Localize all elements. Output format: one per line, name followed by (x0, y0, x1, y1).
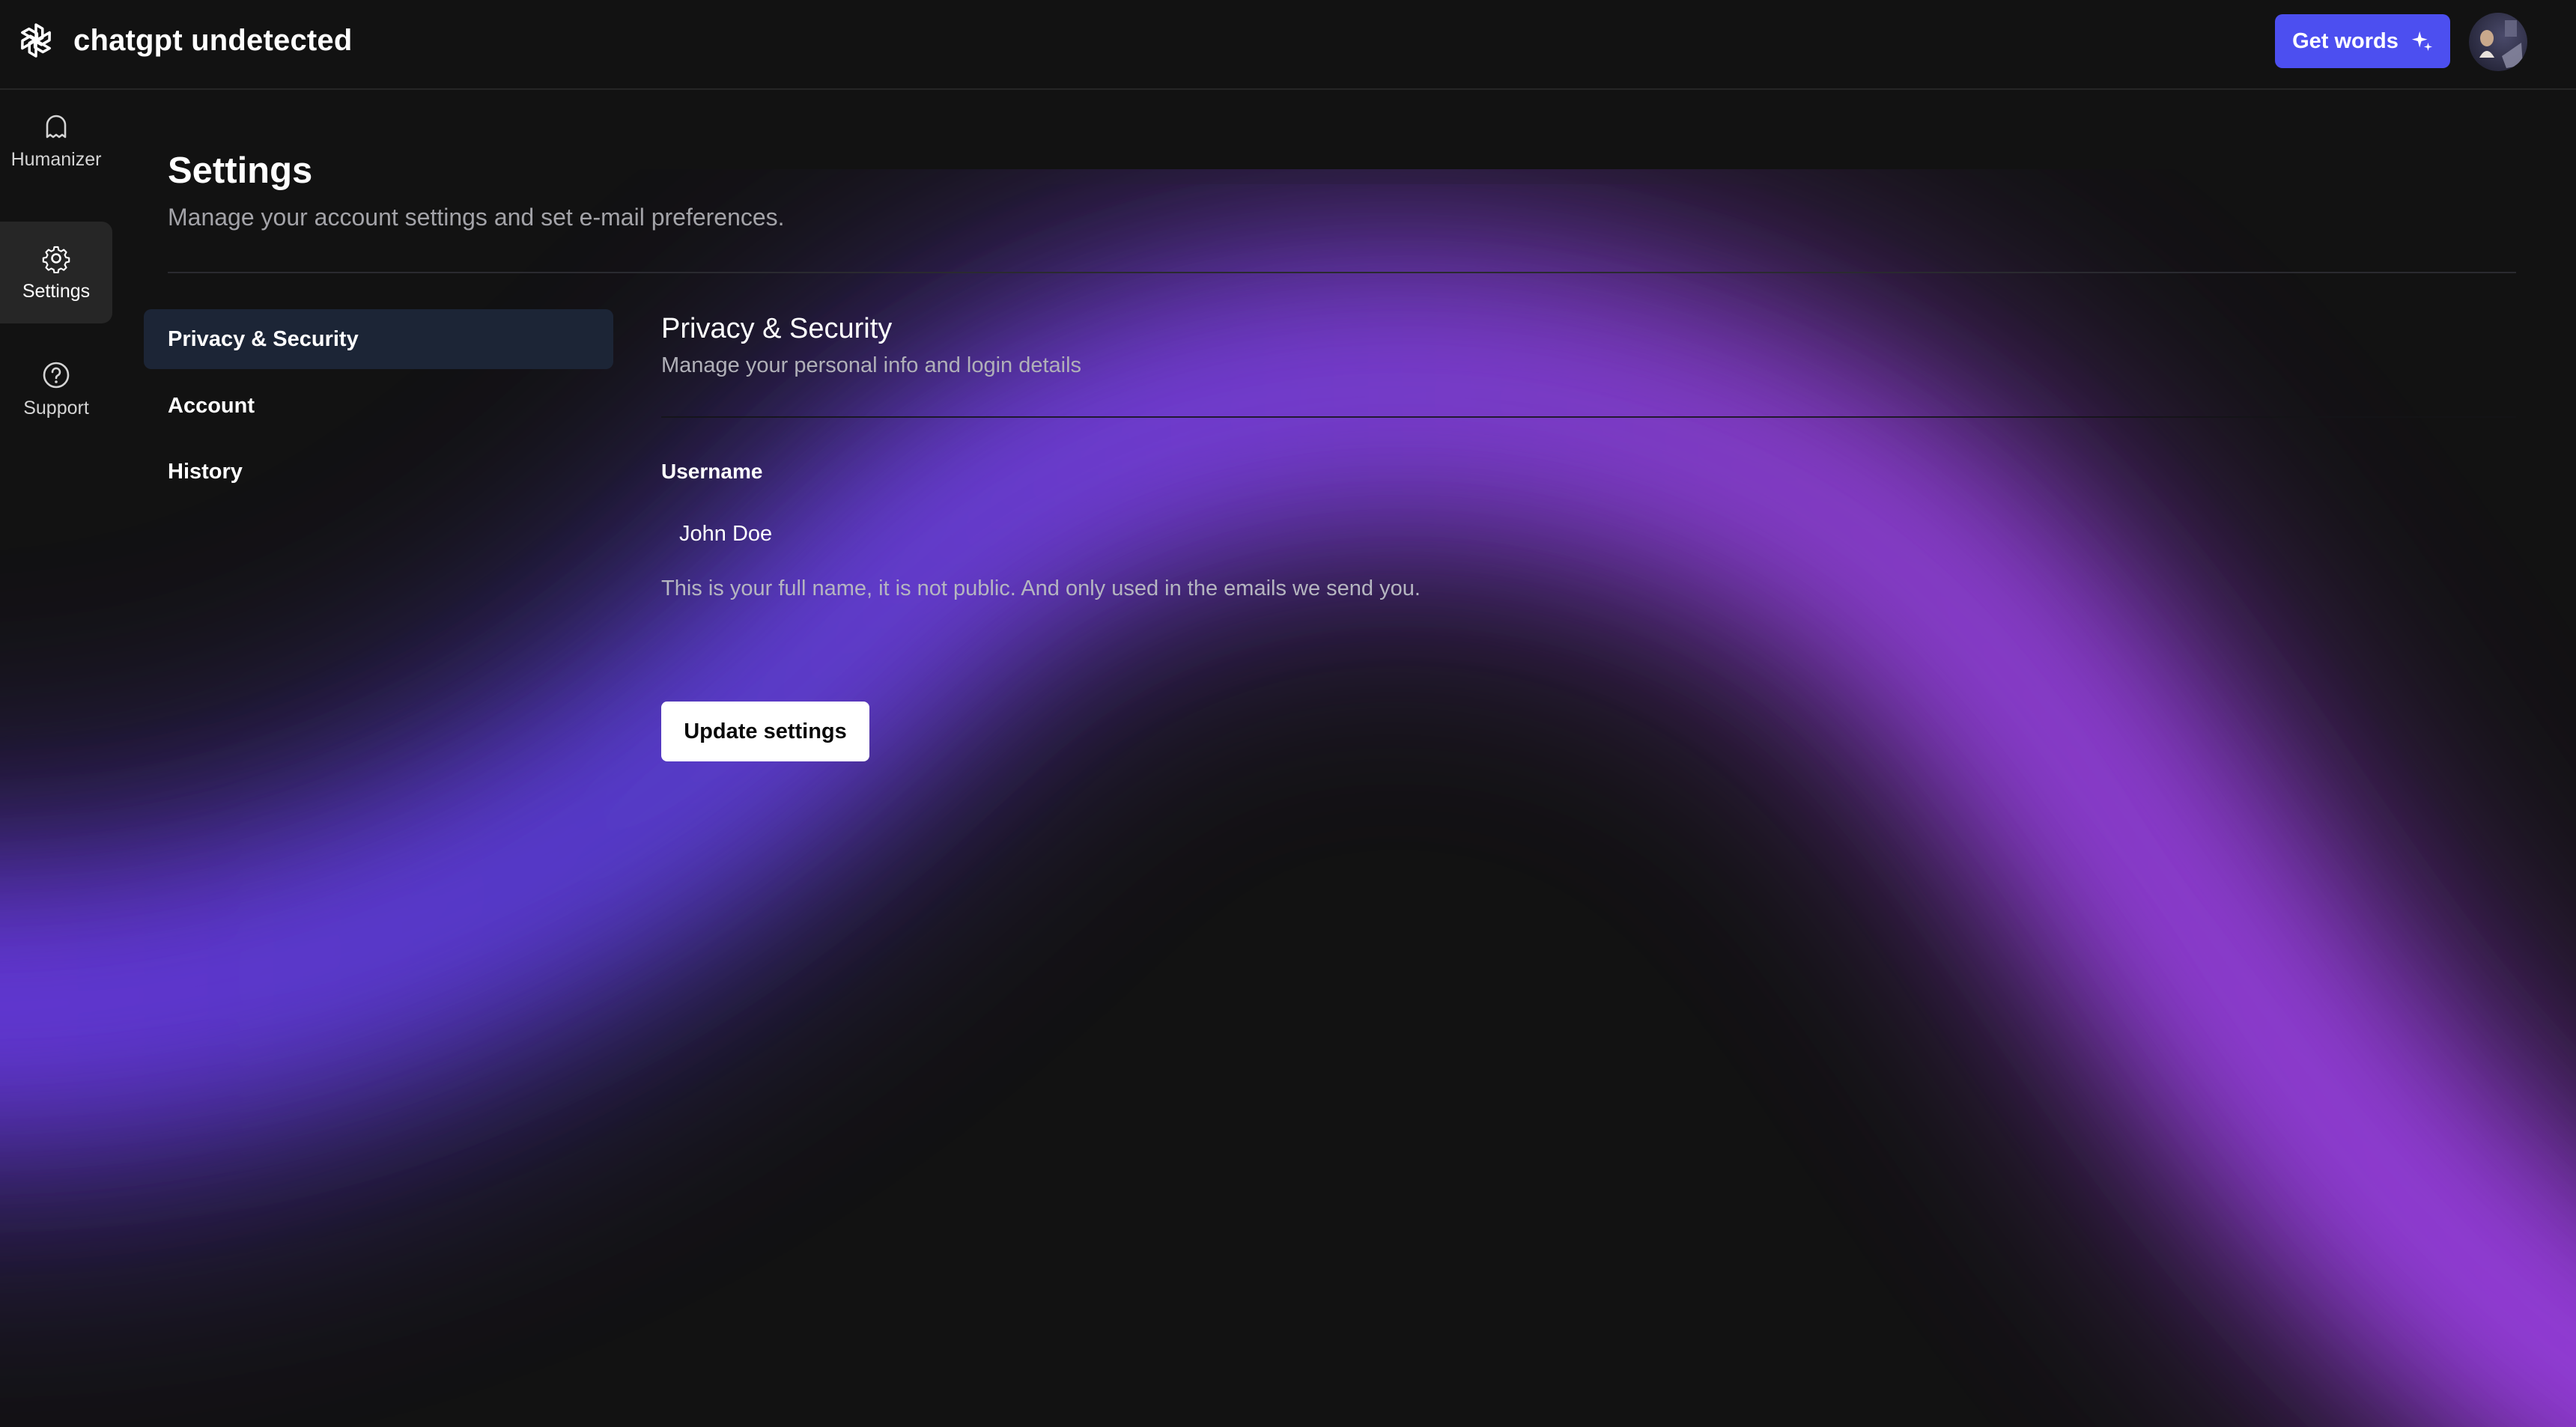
subnav-item-account[interactable]: Account (144, 376, 613, 436)
username-help-text: This is your full name, it is not public… (661, 576, 1421, 600)
app-root: chatgpt undetected Get words Humanizer S… (0, 0, 2576, 1427)
page-title: Settings (168, 150, 313, 191)
openai-logo-icon (21, 23, 51, 58)
brand[interactable]: chatgpt undetected (15, 19, 353, 61)
rail-item-support[interactable]: Support (0, 338, 112, 440)
username-label: Username (661, 460, 763, 483)
top-header: chatgpt undetected Get words (0, 0, 2576, 90)
get-words-button[interactable]: Get words (2275, 14, 2450, 68)
header-divider (168, 272, 2516, 273)
rail-item-settings[interactable]: Settings (0, 222, 112, 323)
subnav-label: Account (168, 393, 255, 418)
subnav-item-history[interactable]: History (144, 442, 613, 502)
subnav-item-privacy-security[interactable]: Privacy & Security (144, 309, 613, 369)
user-avatar[interactable] (2469, 13, 2527, 71)
ghost-icon (46, 115, 67, 138)
subnav-label: Privacy & Security (168, 326, 359, 351)
rail-item-humanizer[interactable]: Humanizer (0, 90, 112, 192)
help-circle-icon (43, 362, 70, 388)
username-input[interactable] (661, 509, 1395, 559)
gear-icon (42, 246, 70, 273)
section-title: Privacy & Security (661, 313, 893, 344)
sparkle-icon (2411, 31, 2432, 52)
rail-label-support: Support (23, 397, 89, 419)
app-name: chatgpt undetected (73, 23, 353, 57)
avatar-image (2469, 13, 2527, 71)
subnav-label: History (168, 459, 243, 484)
get-words-label: Get words (2292, 28, 2399, 53)
section-subtitle: Manage your personal info and login deta… (661, 353, 1082, 377)
rail-label-humanizer: Humanizer (10, 148, 102, 170)
page-subtitle: Manage your account settings and set e-m… (168, 204, 785, 231)
left-rail: Humanizer Settings Support (0, 90, 114, 1427)
section-divider (661, 416, 2516, 418)
update-settings-button[interactable]: Update settings (661, 702, 869, 761)
rail-label-settings: Settings (22, 280, 91, 302)
